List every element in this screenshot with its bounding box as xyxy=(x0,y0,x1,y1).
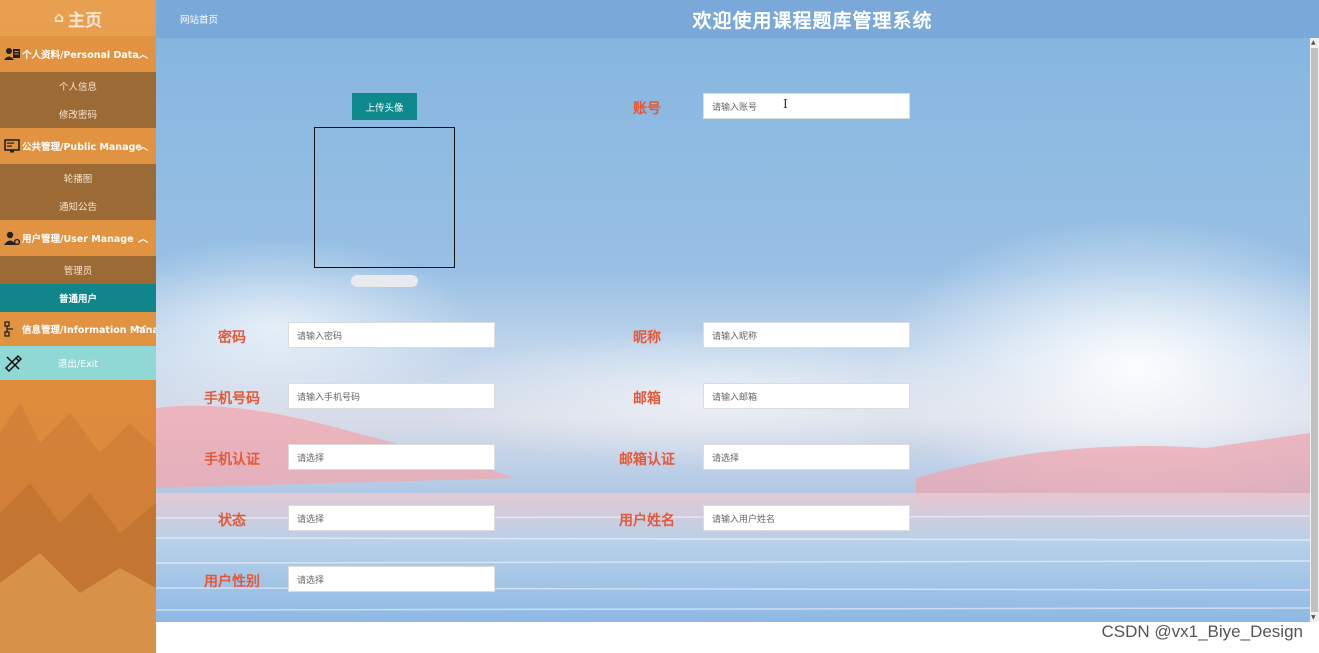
real-name-input[interactable]: 请输入用户姓名 xyxy=(703,505,910,531)
account-input[interactable]: 请输入账号 xyxy=(703,93,910,119)
sidebar: ⌂ 主页 个人资料/Personal Data ︿ 个人信息 修改密码 公共管理… xyxy=(0,0,156,653)
sidebar-exit[interactable]: 退出/Exit xyxy=(0,346,156,380)
account-label: 账号 xyxy=(633,101,661,117)
phone-verify-label: 手机认证 xyxy=(204,452,260,468)
chevron-down-icon: ﹀ xyxy=(136,326,146,337)
sidebar-item-change-password[interactable]: 修改密码 xyxy=(0,100,156,128)
gender-select[interactable]: 请选择 xyxy=(288,566,495,592)
scrollbar[interactable]: ▲ ▼ xyxy=(1310,38,1319,622)
sidebar-group-info[interactable]: 信息管理/Information Manage ﹀ xyxy=(0,312,156,346)
user-gear-icon xyxy=(4,231,20,246)
phone-label: 手机号码 xyxy=(204,391,260,407)
sidebar-exit-label: 退出/Exit xyxy=(57,359,99,370)
sidebar-item-carousel[interactable]: 轮播图 xyxy=(0,164,156,192)
page-title: 欢迎使用课程题库管理系统 xyxy=(692,10,933,32)
avatar-progress-bar xyxy=(351,275,418,287)
watermark-text: CSDN @vx1_Biye_Design xyxy=(1101,622,1303,641)
text-cursor-icon: I xyxy=(783,97,788,111)
sidebar-home-label: 主页 xyxy=(68,10,103,31)
scroll-up-arrow-icon[interactable]: ▲ xyxy=(1311,39,1316,46)
status-select[interactable]: 请选择 xyxy=(288,505,495,531)
email-label: 邮箱 xyxy=(633,391,661,407)
sidebar-mountain-art xyxy=(0,403,156,653)
chevron-up-icon: ︿ xyxy=(138,234,148,245)
user-card-icon xyxy=(4,48,20,60)
sidebar-group-label: 个人资料/Personal Data xyxy=(22,50,139,61)
sidebar-group-public[interactable]: 公共管理/Public Manage ︿ xyxy=(0,128,156,164)
sidebar-item-notice[interactable]: 通知公告 xyxy=(0,192,156,220)
nickname-input[interactable]: 请输入昵称 xyxy=(703,322,910,348)
home-icon: ⌂ xyxy=(53,10,65,26)
email-verify-label: 邮箱认证 xyxy=(619,452,675,468)
avatar-preview xyxy=(314,127,455,268)
password-input[interactable]: 请输入密码 xyxy=(288,322,495,348)
phone-input[interactable]: 请输入手机号码 xyxy=(288,383,495,409)
scrollbar-thumb[interactable] xyxy=(1311,48,1318,612)
phone-verify-select[interactable]: 请选择 xyxy=(288,444,495,470)
sidebar-home[interactable]: ⌂ 主页 xyxy=(0,0,156,36)
gender-label: 用户性别 xyxy=(204,574,260,590)
sidebar-submenu-public: 轮播图 通知公告 xyxy=(0,164,156,220)
real-name-label: 用户姓名 xyxy=(619,513,675,529)
monitor-icon xyxy=(4,139,20,153)
sidebar-item-admin[interactable]: 管理员 xyxy=(0,256,156,284)
sidebar-item-normal-user[interactable]: 普通用户 xyxy=(0,284,156,312)
chevron-up-icon: ︿ xyxy=(138,50,148,61)
nickname-label: 昵称 xyxy=(633,330,661,346)
sidebar-submenu-personal: 个人信息 修改密码 xyxy=(0,72,156,128)
email-verify-select[interactable]: 请选择 xyxy=(703,444,910,470)
status-label: 状态 xyxy=(218,513,246,529)
sidebar-submenu-user: 管理员 普通用户 xyxy=(0,256,156,312)
upload-avatar-button[interactable]: 上传头像 xyxy=(352,93,417,120)
sidebar-group-personal[interactable]: 个人资料/Personal Data ︿ xyxy=(0,36,156,72)
top-bar: 网站首页 欢迎使用课程题库管理系统 xyxy=(156,0,1319,38)
chevron-up-icon: ︿ xyxy=(138,142,148,153)
sidebar-group-label: 公共管理/Public Manage xyxy=(22,142,142,153)
sidebar-group-label: 用户管理/User Manage xyxy=(22,234,134,245)
scroll-down-arrow-icon[interactable]: ▼ xyxy=(1311,614,1316,621)
sidebar-group-user[interactable]: 用户管理/User Manage ︿ xyxy=(0,220,156,256)
email-input[interactable]: 请输入邮箱 xyxy=(703,383,910,409)
flowchart-icon xyxy=(4,321,13,337)
password-label: 密码 xyxy=(218,330,246,346)
sidebar-item-profile[interactable]: 个人信息 xyxy=(0,72,156,100)
